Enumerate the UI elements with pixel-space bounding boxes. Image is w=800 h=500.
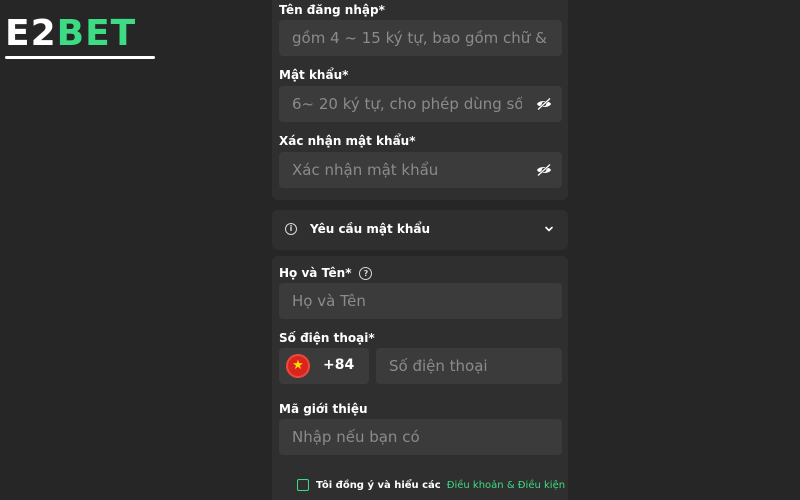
agree-text: Tôi đồng ý và hiểu các (316, 479, 441, 491)
country-code-select[interactable]: ★ +84 (279, 348, 369, 384)
phone-input[interactable]: Số điện thoại (376, 348, 562, 384)
username-label: Tên đăng nhập* (279, 3, 385, 17)
personal-info-section: Họ và Tên*? Họ và Tên Số điện thoại* ★ +… (272, 256, 568, 500)
vietnam-flag-icon: ★ (286, 354, 310, 378)
logo-underline (5, 56, 155, 59)
referral-input[interactable]: Nhập nếu bạn có (279, 419, 562, 455)
phone-label: Số điện thoại* (279, 331, 375, 345)
fullname-label: Họ và Tên* (279, 266, 352, 280)
password-requirements-label: Yêu cầu mật khẩu (310, 222, 431, 236)
fullname-label-row: Họ và Tên*? (279, 265, 373, 281)
confirm-password-label: Xác nhận mật khẩu* (279, 134, 416, 148)
info-icon: i (285, 223, 297, 235)
password-input[interactable]: 6~ 20 ký tự, cho phép dùng số (279, 86, 562, 122)
logo-part-e2: E2 (5, 13, 57, 54)
username-input[interactable]: gồm 4 ~ 15 ký tự, bao gồm chữ & (279, 20, 562, 56)
question-icon[interactable]: ? (359, 267, 373, 280)
password-label: Mật khẩu* (279, 68, 349, 82)
account-section: Tên đăng nhập* gồm 4 ~ 15 ký tự, bao gồm… (272, 0, 568, 200)
confirm-password-placeholder: Xác nhận mật khẩu (292, 161, 439, 179)
chevron-down-icon[interactable] (544, 224, 554, 234)
eye-slash-icon[interactable] (536, 97, 552, 111)
phone-placeholder: Số điện thoại (389, 357, 488, 375)
confirm-password-input[interactable]: Xác nhận mật khẩu (279, 152, 562, 188)
terms-link[interactable]: Điều khoản & Điều kiện (447, 480, 565, 491)
logo-part-bet: BET (56, 13, 137, 54)
fullname-placeholder: Họ và Tên (292, 292, 366, 310)
referral-placeholder: Nhập nếu bạn có (292, 428, 420, 446)
country-code: +84 (323, 357, 355, 373)
flag-star: ★ (292, 358, 304, 373)
brand-logo[interactable]: E2BET (5, 14, 165, 60)
agree-checkbox[interactable] (297, 479, 309, 491)
password-placeholder: 6~ 20 ký tự, cho phép dùng số (292, 95, 522, 113)
referral-label: Mã giới thiệu (279, 402, 368, 416)
username-placeholder: gồm 4 ~ 15 ký tự, bao gồm chữ & (292, 29, 547, 47)
fullname-input[interactable]: Họ và Tên (279, 283, 562, 319)
eye-slash-icon[interactable] (536, 163, 552, 177)
terms-agreement: Tôi đồng ý và hiểu các Điều khoản & Điều… (297, 479, 565, 491)
password-requirements-toggle[interactable]: i Yêu cầu mật khẩu (272, 210, 568, 250)
